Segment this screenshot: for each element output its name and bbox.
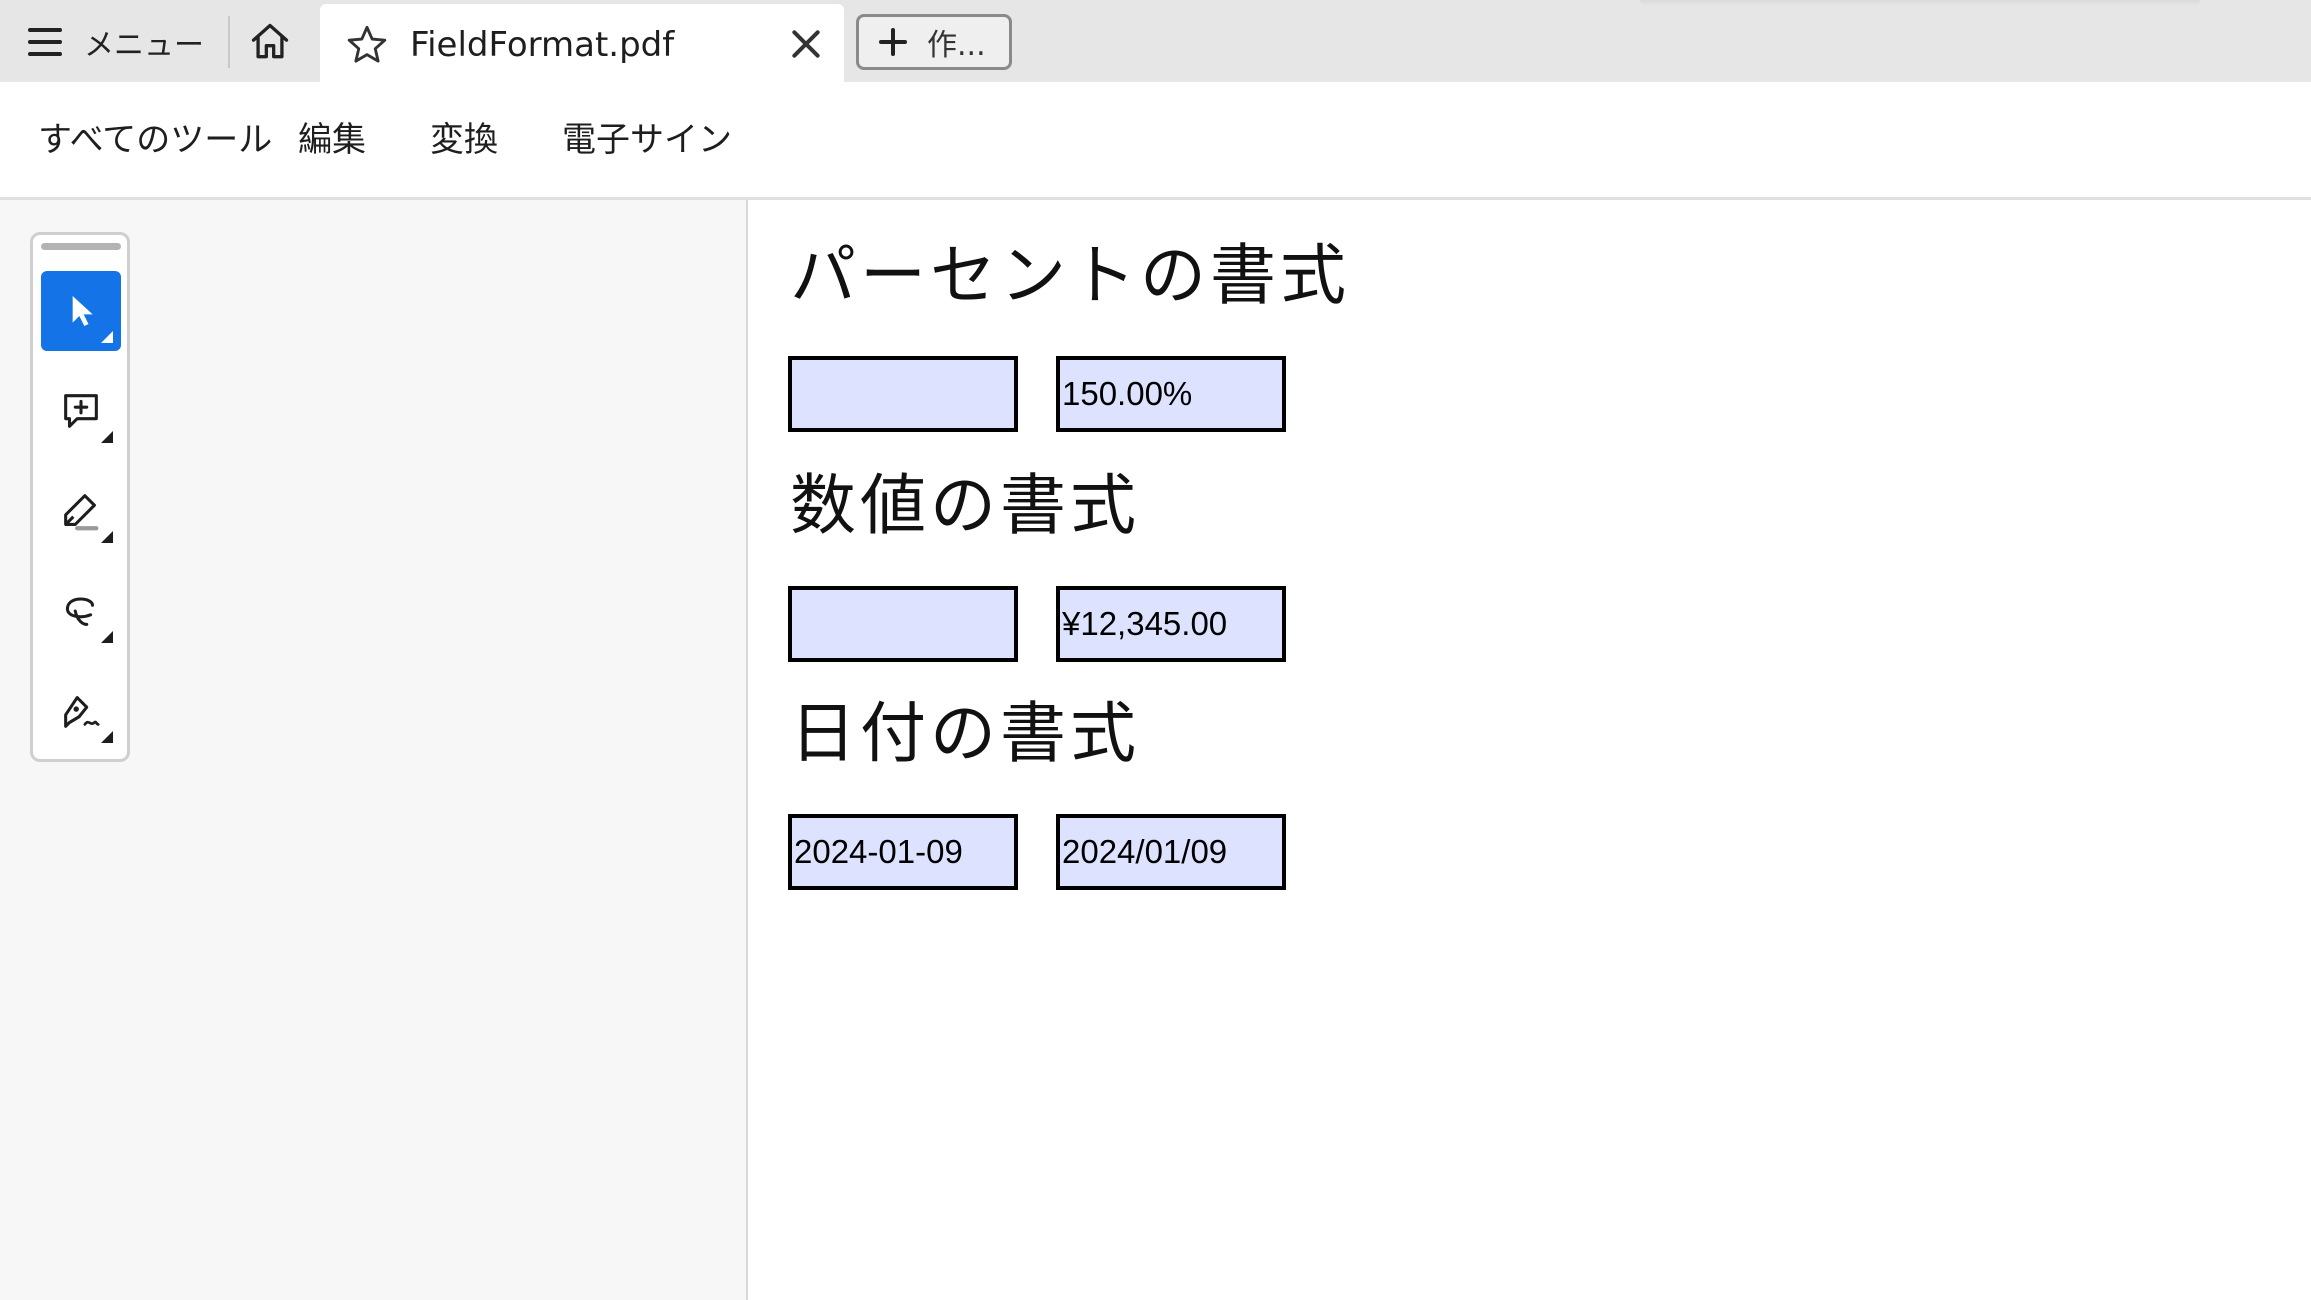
document-tab-title: FieldFormat.pdf <box>410 25 675 65</box>
tabbar-shadow <box>1640 0 2200 6</box>
menu-button[interactable]: メニュー <box>28 14 204 70</box>
draw-button[interactable] <box>41 571 121 651</box>
left-panel <box>0 200 748 1300</box>
tab-divider <box>228 16 230 68</box>
section-heading-date: 日付の書式 <box>790 695 1140 772</box>
submenu-indicator <box>101 731 113 743</box>
home-button[interactable] <box>244 16 296 68</box>
home-icon <box>251 23 289 59</box>
menu-convert[interactable]: 変換 <box>430 118 498 162</box>
toolbar-grip-handle[interactable] <box>41 243 121 250</box>
menu-e-sign[interactable]: 電子サイン <box>562 118 732 162</box>
tools-menu-bar: すべてのツール 編集 変換 電子サイン <box>0 82 2311 200</box>
percent-formatted-field[interactable]: 150.00% <box>1056 356 1286 432</box>
percent-input-field[interactable] <box>788 356 1018 432</box>
submenu-indicator <box>101 331 113 343</box>
quick-tools-toolbar <box>30 232 130 762</box>
menu-label: メニュー <box>84 28 204 63</box>
submenu-indicator <box>101 431 113 443</box>
date-input-field[interactable]: 2024-01-09 <box>788 814 1018 890</box>
highlight-button[interactable] <box>41 471 121 551</box>
draw-freehand-icon <box>66 597 95 626</box>
select-arrow-icon <box>72 296 93 326</box>
section-heading-number: 数値の書式 <box>790 467 1140 544</box>
document-tab[interactable]: FieldFormat.pdf <box>320 4 844 82</box>
create-button[interactable]: 作... <box>856 14 1012 70</box>
section-heading-percent: パーセントの書式 <box>790 237 1350 314</box>
submenu-indicator <box>101 631 113 643</box>
date-formatted-field[interactable]: 2024/01/09 <box>1056 814 1286 890</box>
highlight-pen-icon <box>64 494 99 531</box>
tab-bar: メニュー FieldFormat.pdf 作... <box>0 0 2311 82</box>
select-tool-button[interactable] <box>41 271 121 351</box>
star-icon[interactable] <box>344 22 390 68</box>
menu-edit[interactable]: 編集 <box>298 118 366 162</box>
create-button-label: 作... <box>927 28 986 63</box>
document-page: パーセントの書式 150.00% 数値の書式 ¥12,345.00 日付の書式 … <box>750 200 2311 1300</box>
add-comment-button[interactable] <box>41 371 121 451</box>
sign-pen-icon <box>64 696 100 728</box>
hamburger-icon <box>28 28 62 56</box>
close-icon[interactable] <box>786 24 826 64</box>
add-comment-icon <box>64 394 98 428</box>
menu-all-tools[interactable]: すべてのツール <box>38 118 272 162</box>
plus-icon <box>879 28 907 56</box>
number-formatted-field[interactable]: ¥12,345.00 <box>1056 586 1286 662</box>
submenu-indicator <box>101 531 113 543</box>
number-input-field[interactable] <box>788 586 1018 662</box>
sign-button[interactable] <box>41 671 121 751</box>
